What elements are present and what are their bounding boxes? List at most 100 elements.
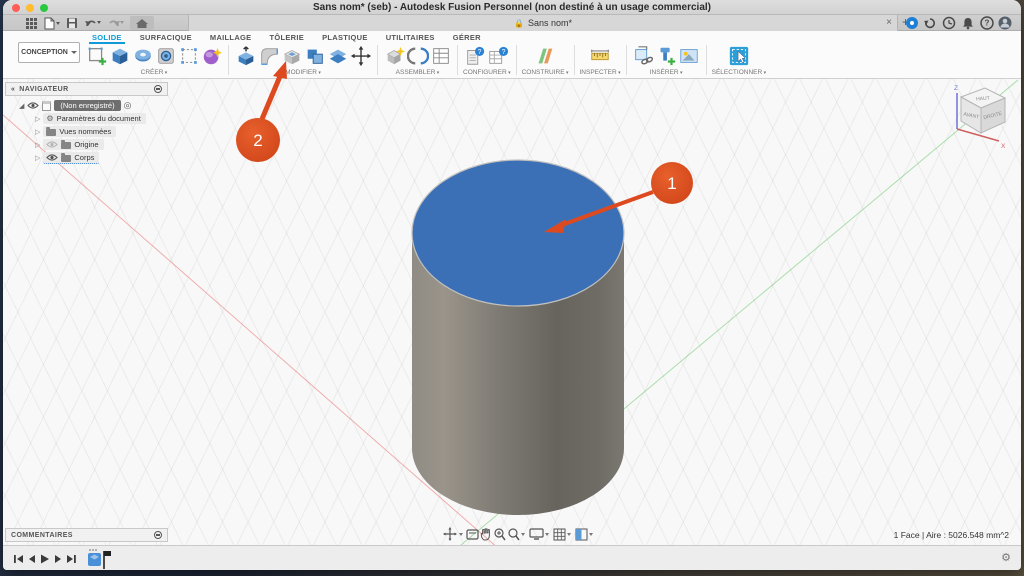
tab-tolerie[interactable]: TÔLERIE <box>260 31 313 44</box>
hole-button[interactable] <box>154 44 177 68</box>
look-at-icon[interactable] <box>467 530 478 539</box>
tree-label[interactable]: Vues nommées <box>59 127 111 136</box>
zoom-icon[interactable] <box>495 529 505 540</box>
revolve-button[interactable] <box>131 44 154 68</box>
expand-closed-icon[interactable]: ▷ <box>35 115 40 123</box>
group-label-inspecter[interactable]: INSPECTER <box>580 69 621 76</box>
group-label-assembler[interactable]: ASSEMBLER <box>396 69 440 76</box>
construction-plane-button[interactable] <box>534 44 557 68</box>
sync-icon[interactable] <box>924 19 934 27</box>
collapse-panel-icon[interactable]: « <box>11 86 15 93</box>
combine-button[interactable] <box>303 44 326 68</box>
document-tab[interactable]: 🔒 Sans nom* × <box>188 15 898 31</box>
shell-button[interactable] <box>280 44 303 68</box>
history-icon[interactable] <box>944 18 955 29</box>
measure-button[interactable] <box>589 44 612 68</box>
create-sketch-button[interactable] <box>85 44 108 68</box>
visibility-eye-icon[interactable] <box>46 140 58 149</box>
split-button[interactable] <box>326 44 349 68</box>
timeline-settings-gear[interactable]: ⚙ <box>1001 551 1011 564</box>
expand-closed-icon[interactable]: ▷ <box>35 141 40 149</box>
redo-icon[interactable] <box>107 17 124 29</box>
profile-avatar[interactable] <box>999 17 1012 30</box>
help-icon[interactable]: ? <box>981 17 993 29</box>
joint-button[interactable] <box>406 44 429 68</box>
expand-closed-icon[interactable]: ▷ <box>35 128 40 136</box>
app-grid-icon[interactable] <box>25 17 38 30</box>
tab-solide[interactable]: SOLIDE <box>83 31 131 44</box>
notifications-icon[interactable] <box>963 18 973 29</box>
insert-fastener-button[interactable] <box>655 44 678 68</box>
panel-minus-icon[interactable] <box>154 85 162 93</box>
cylinder-top-face-selected[interactable] <box>412 160 624 306</box>
tab-plastique[interactable]: PLASTIQUE <box>313 31 377 44</box>
panel-minus-icon[interactable] <box>154 531 162 539</box>
configuration-table-button[interactable]: ? <box>487 44 510 68</box>
group-label-creer[interactable]: CRÉER <box>141 69 168 76</box>
home-icon[interactable] <box>130 16 154 30</box>
tree-row-corps[interactable]: ▷ Corps <box>35 151 168 164</box>
configuration-doc-button[interactable]: ? <box>464 44 487 68</box>
bom-list-button[interactable] <box>429 44 452 68</box>
timeline-playback <box>13 553 85 565</box>
press-pull-button[interactable] <box>234 44 257 68</box>
insert-derive-button[interactable] <box>632 44 655 68</box>
visibility-eye-icon[interactable] <box>46 153 58 162</box>
tree-row-vues[interactable]: ▷ Vues nommées <box>35 125 168 138</box>
viewport-canvas[interactable]: « NAVIGATEUR ◢ (Non enregistré) ◎ ▷ ⚙Par… <box>3 79 1021 545</box>
tab-surfacique[interactable]: SURFACIQUE <box>131 31 201 44</box>
go-to-end-button[interactable] <box>67 555 76 563</box>
new-component-button[interactable] <box>383 44 406 68</box>
root-document-label[interactable]: (Non enregistré) <box>54 100 120 111</box>
group-label-inserer[interactable]: INSÉRER <box>650 69 683 76</box>
fillet-button[interactable] <box>257 44 280 68</box>
viewports-icon[interactable] <box>576 529 593 540</box>
orbit-icon[interactable] <box>443 527 463 541</box>
step-forward-button[interactable] <box>55 555 61 563</box>
activate-component-radio[interactable]: ◎ <box>124 101 132 110</box>
group-assembler: ASSEMBLER <box>381 44 454 76</box>
group-label-construire[interactable]: CONSTRUIRE <box>522 69 569 76</box>
tab-utilitaires[interactable]: UTILITAIRES <box>377 31 444 44</box>
tab-gerer[interactable]: GÉRER <box>444 31 490 44</box>
go-to-start-button[interactable] <box>14 555 23 563</box>
group-label-configurer[interactable]: CONFIGURER <box>463 69 511 76</box>
group-label-modifier[interactable]: MODIFIER <box>285 69 321 76</box>
group-label-selectionner[interactable]: SÉLECTIONNER <box>712 69 766 76</box>
display-settings-icon[interactable] <box>530 529 549 539</box>
pattern-button[interactable] <box>177 44 200 68</box>
fit-icon[interactable] <box>509 529 525 540</box>
tree-label[interactable]: Origine <box>74 140 98 149</box>
tree-row-parametres[interactable]: ▷ ⚙Paramètres du document <box>35 112 168 125</box>
save-icon[interactable] <box>66 17 78 29</box>
insert-image-button[interactable] <box>678 44 701 68</box>
viewcube[interactable]: HAUT AVANT DROITE Z X <box>943 81 1015 153</box>
tree-label[interactable]: Corps <box>74 153 94 162</box>
pan-icon[interactable] <box>481 528 489 539</box>
tree-row-origine[interactable]: ▷ Origine <box>35 138 168 151</box>
select-window-button[interactable] <box>727 44 750 68</box>
step-back-button[interactable] <box>29 555 35 563</box>
grid-settings-icon[interactable] <box>554 529 571 540</box>
job-status-icon[interactable] <box>906 17 918 29</box>
undo-icon[interactable] <box>84 17 101 29</box>
create-form-button[interactable] <box>200 44 223 68</box>
navigator-header[interactable]: « NAVIGATEUR <box>5 82 168 96</box>
ribbon-separator <box>457 45 458 75</box>
play-button[interactable] <box>41 555 49 564</box>
workspace-selector[interactable]: CONCEPTION <box>18 42 80 63</box>
expand-closed-icon[interactable]: ▷ <box>35 154 40 162</box>
comments-header[interactable]: COMMENTAIRES <box>5 528 168 542</box>
move-copy-button[interactable] <box>349 44 372 68</box>
timeline-position-marker[interactable] <box>104 551 111 569</box>
extrude-button[interactable] <box>108 44 131 68</box>
ribbon-separator <box>228 45 229 75</box>
expand-open-icon[interactable]: ◢ <box>19 102 24 110</box>
tree-root-row[interactable]: ◢ (Non enregistré) ◎ <box>19 99 168 112</box>
extrude-feature-item[interactable] <box>88 553 101 566</box>
visibility-eye-icon[interactable] <box>27 101 39 110</box>
file-menu-icon[interactable] <box>44 17 60 30</box>
tree-label[interactable]: Paramètres du document <box>57 114 141 123</box>
tab-maillage[interactable]: MAILLAGE <box>201 31 261 44</box>
close-tab-button[interactable]: × <box>886 16 892 29</box>
